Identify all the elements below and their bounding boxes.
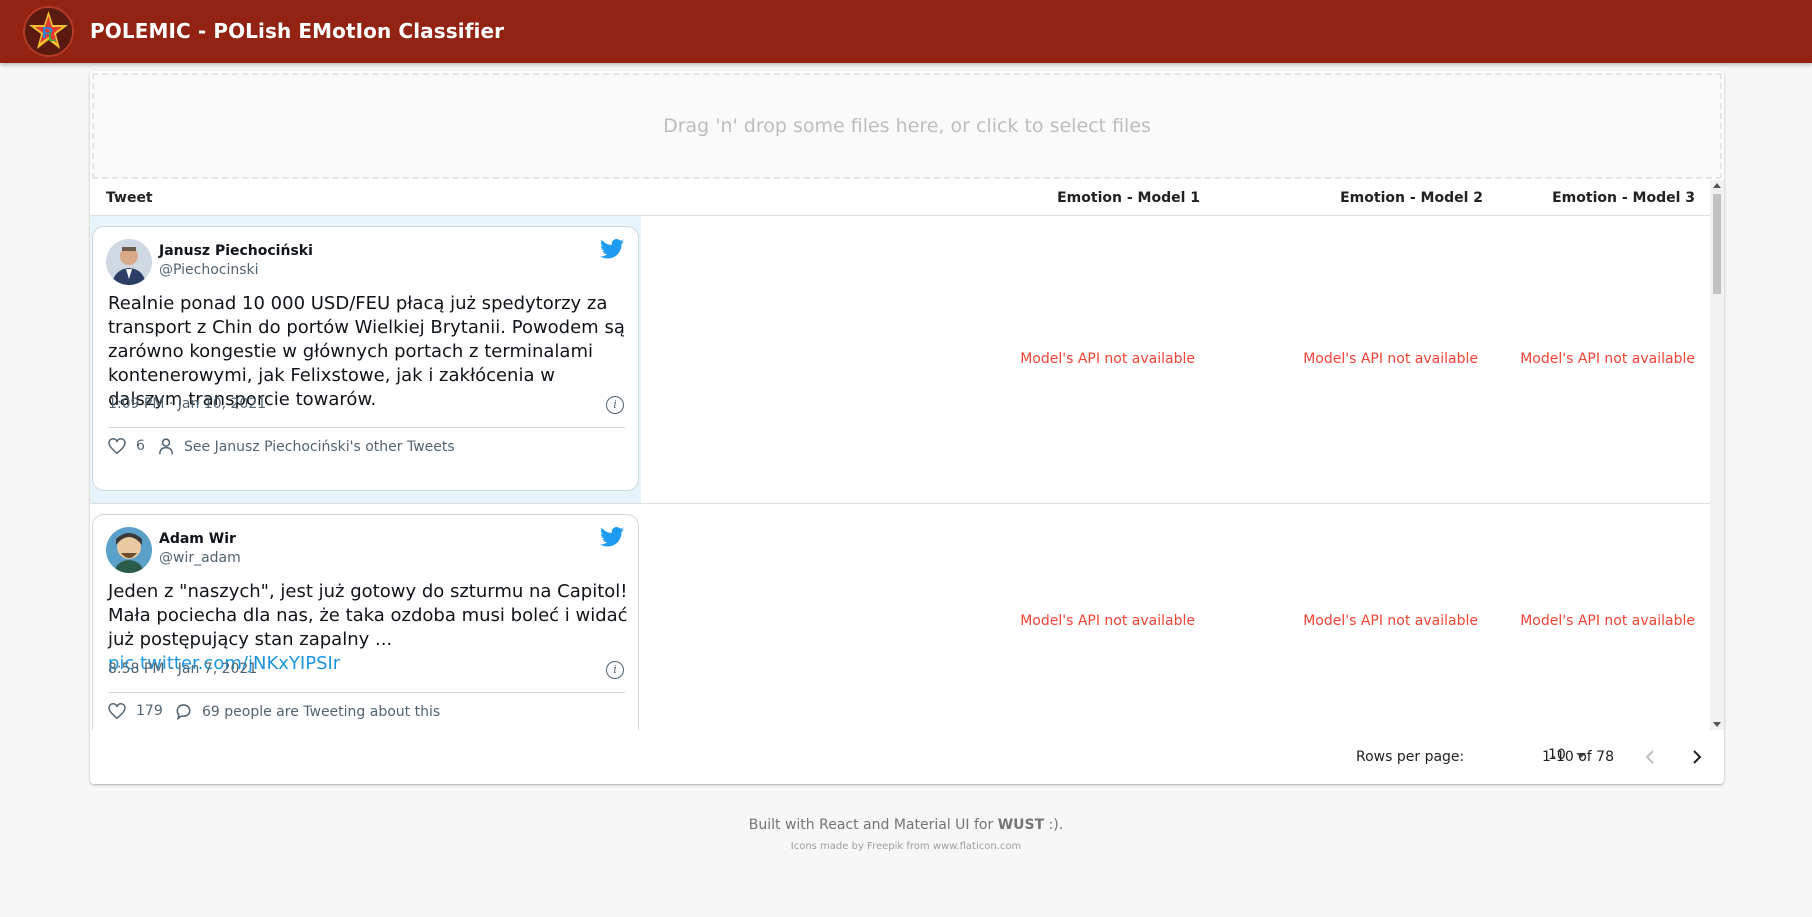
scroll-down-icon[interactable]: [1713, 722, 1721, 727]
rows-per-page-label: Rows per page:: [1356, 749, 1465, 765]
app-bar: P L POLEMIC - POLish EMotIon Classifier: [0, 0, 1812, 63]
like-action[interactable]: 179: [108, 703, 163, 719]
avatar[interactable]: [106, 527, 152, 573]
previous-page-button[interactable]: [1635, 742, 1665, 772]
footer-prefix: Built with React and Material UI for: [748, 817, 998, 833]
like-count: 6: [136, 438, 145, 454]
dropzone-text: Drag 'n' drop some files here, or click …: [663, 115, 1151, 137]
next-page-button[interactable]: [1682, 742, 1712, 772]
scroll-up-icon[interactable]: [1713, 183, 1721, 188]
svg-text:L: L: [48, 28, 57, 44]
tweet-author-handle[interactable]: @Piechocinski: [159, 262, 259, 278]
column-header-model-1[interactable]: Emotion - Model 1: [1057, 190, 1200, 206]
polemic-logo[interactable]: P L: [23, 6, 74, 57]
column-header-tweet[interactable]: Tweet: [106, 190, 153, 206]
table-header: Tweet Emotion - Model 1 Emotion - Model …: [90, 180, 1710, 216]
heart-icon: [108, 703, 126, 719]
tweet-text-content: Realnie ponad 10 000 USD/FEU płacą już s…: [108, 293, 625, 410]
chevron-right-icon: [1693, 750, 1702, 764]
scroll-thumb[interactable]: [1713, 194, 1721, 294]
footer: Built with React and Material UI for WUS…: [0, 817, 1812, 852]
tweet-text-content: Jeden z "naszych", jest już gotowy do sz…: [108, 581, 628, 650]
table-row: Janusz Piechociński @Piechocinski Realni…: [90, 216, 1710, 504]
file-dropzone[interactable]: Drag 'n' drop some files here, or click …: [92, 73, 1722, 179]
like-count: 179: [136, 703, 163, 719]
app-title: POLEMIC - POLish EMotIon Classifier: [90, 19, 505, 43]
footer-credits[interactable]: Icons made by Freepik from www.flaticon.…: [0, 841, 1812, 852]
heart-icon: [108, 438, 126, 454]
footer-suffix: :).: [1044, 817, 1064, 833]
tweet-date[interactable]: 8:58 PM · Jan 7, 2021: [108, 661, 257, 677]
model-1-result: Model's API not available: [1020, 613, 1195, 629]
pagination-range: 1-10 of 78: [1542, 749, 1614, 765]
model-3-result: Model's API not available: [1520, 351, 1695, 367]
footer-wust: WUST: [997, 817, 1045, 833]
model-3-result: Model's API not available: [1520, 613, 1695, 629]
like-action[interactable]: 6: [108, 438, 145, 454]
avatar[interactable]: [106, 239, 152, 285]
model-1-result: Model's API not available: [1020, 351, 1195, 367]
tweet-divider: [108, 692, 625, 693]
info-icon[interactable]: i: [606, 396, 624, 414]
info-icon[interactable]: i: [606, 661, 624, 679]
twitter-bird-icon[interactable]: [600, 527, 624, 547]
twitter-bird-icon[interactable]: [600, 239, 624, 259]
person-icon: [159, 438, 173, 455]
tweet-date[interactable]: 1:09 PM · Jan 10, 2021: [108, 396, 266, 412]
table-row: Adam Wir @wir_adam Jeden z "naszych", je…: [90, 504, 1710, 730]
tweet-author-handle[interactable]: @wir_adam: [159, 550, 241, 566]
tweeting-about-label: 69 people are Tweeting about this: [202, 703, 441, 720]
tweet-text: Realnie ponad 10 000 USD/FEU płacą już s…: [108, 292, 628, 412]
speech-bubble-icon: [176, 704, 191, 720]
main-card: Drag 'n' drop some files here, or click …: [90, 71, 1724, 784]
tweet-cell: Janusz Piechociński @Piechocinski Realni…: [90, 216, 641, 503]
tweet-author-name[interactable]: Janusz Piechociński: [159, 243, 313, 259]
other-tweets-label: See Janusz Piechociński's other Tweets: [184, 438, 455, 455]
table-scrollbar[interactable]: [1710, 180, 1724, 730]
tweet-embed[interactable]: Adam Wir @wir_adam Jeden z "naszych", je…: [92, 514, 639, 730]
table-pagination: Rows per page: 10 1-10 of 78: [90, 730, 1724, 784]
column-header-model-2[interactable]: Emotion - Model 2: [1340, 190, 1483, 206]
tweeting-about-link[interactable]: 69 people are Tweeting about this: [175, 703, 440, 720]
chevron-left-icon: [1645, 750, 1654, 764]
footer-main-text: Built with React and Material UI for WUS…: [0, 817, 1812, 833]
tweet-cell: Adam Wir @wir_adam Jeden z "naszych", je…: [90, 504, 641, 730]
other-tweets-link[interactable]: See Janusz Piechociński's other Tweets: [158, 438, 455, 455]
tweets-table: Tweet Emotion - Model 1 Emotion - Model …: [90, 180, 1710, 730]
model-2-result: Model's API not available: [1303, 613, 1478, 629]
column-header-model-3[interactable]: Emotion - Model 3: [1552, 190, 1695, 206]
model-2-result: Model's API not available: [1303, 351, 1478, 367]
tweet-author-name[interactable]: Adam Wir: [159, 531, 236, 547]
tweet-divider: [108, 427, 625, 428]
tweet-embed[interactable]: Janusz Piechociński @Piechocinski Realni…: [92, 226, 639, 491]
